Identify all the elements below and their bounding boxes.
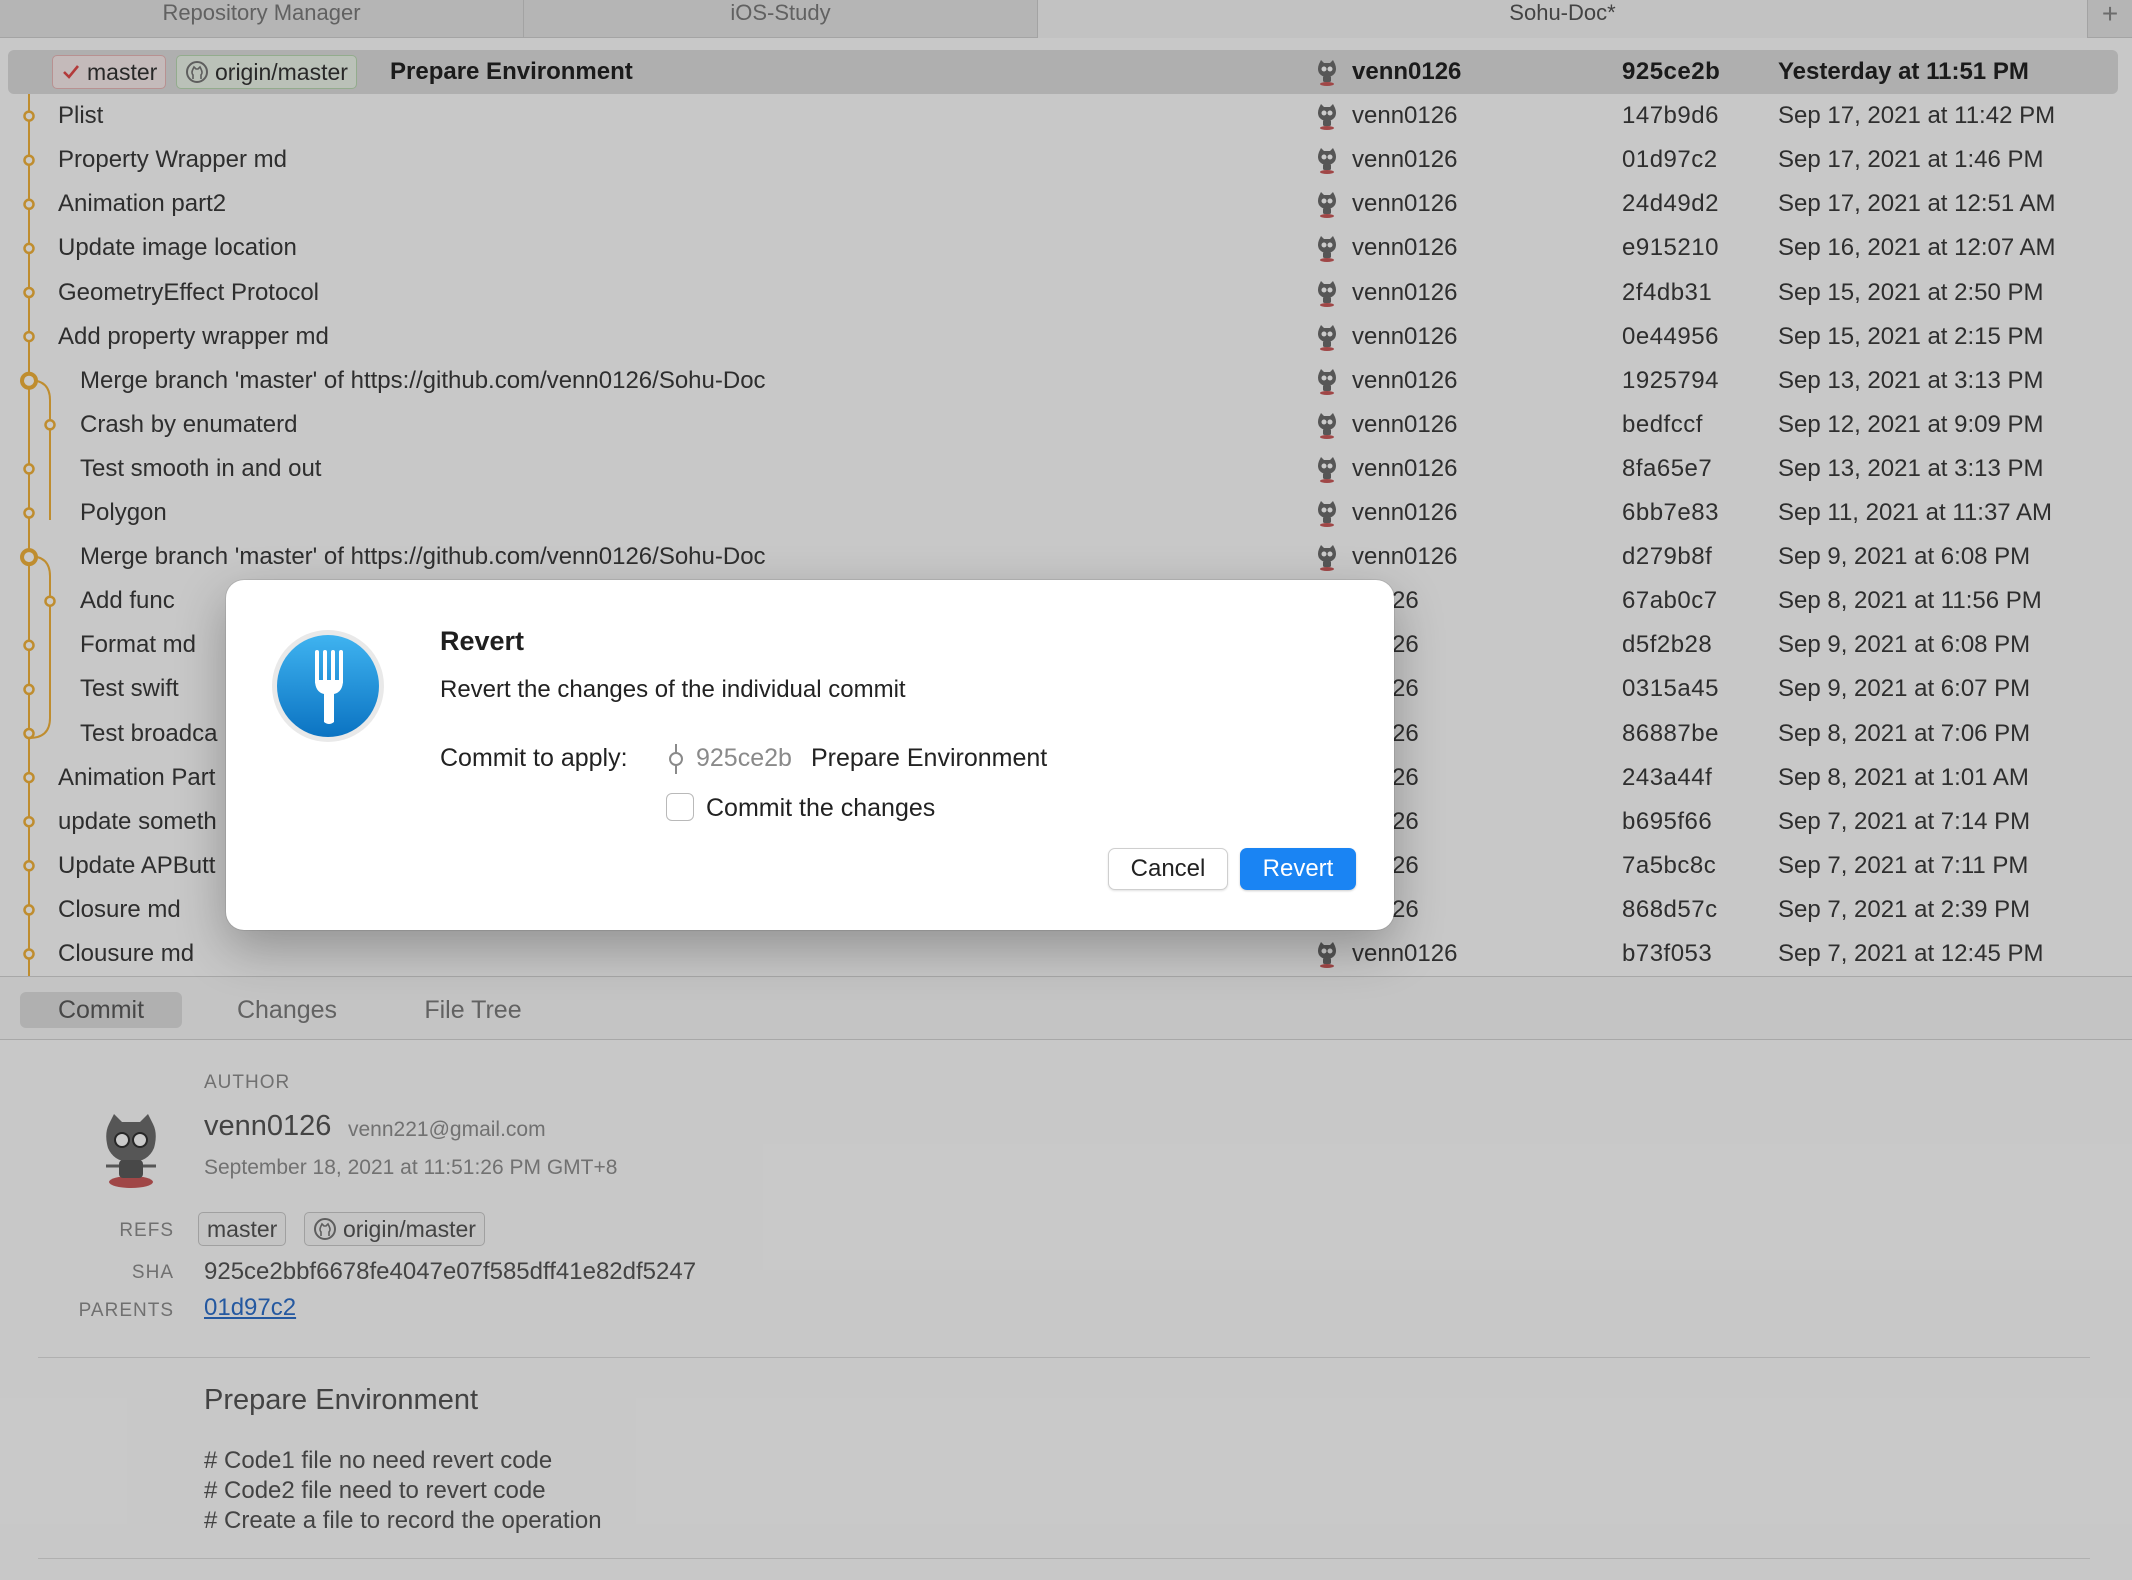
revert-dialog: Revert Revert the changes of the individ…: [226, 580, 1394, 930]
dialog-title: Revert: [440, 626, 525, 656]
commit-icon: [669, 744, 683, 774]
dialog-description: Revert the changes of the individual com…: [440, 676, 906, 703]
revert-button[interactable]: Revert: [1240, 848, 1356, 890]
commit-message: Prepare Environment: [811, 744, 1048, 772]
fork-app-icon: [272, 630, 384, 742]
commit-changes-checkbox[interactable]: [666, 793, 694, 821]
commit-to-apply-label: Commit to apply:: [440, 744, 628, 772]
commit-changes-label[interactable]: Commit the changes: [706, 794, 935, 823]
commit-sha: 925ce2b: [696, 744, 792, 772]
cancel-button[interactable]: Cancel: [1108, 848, 1228, 890]
